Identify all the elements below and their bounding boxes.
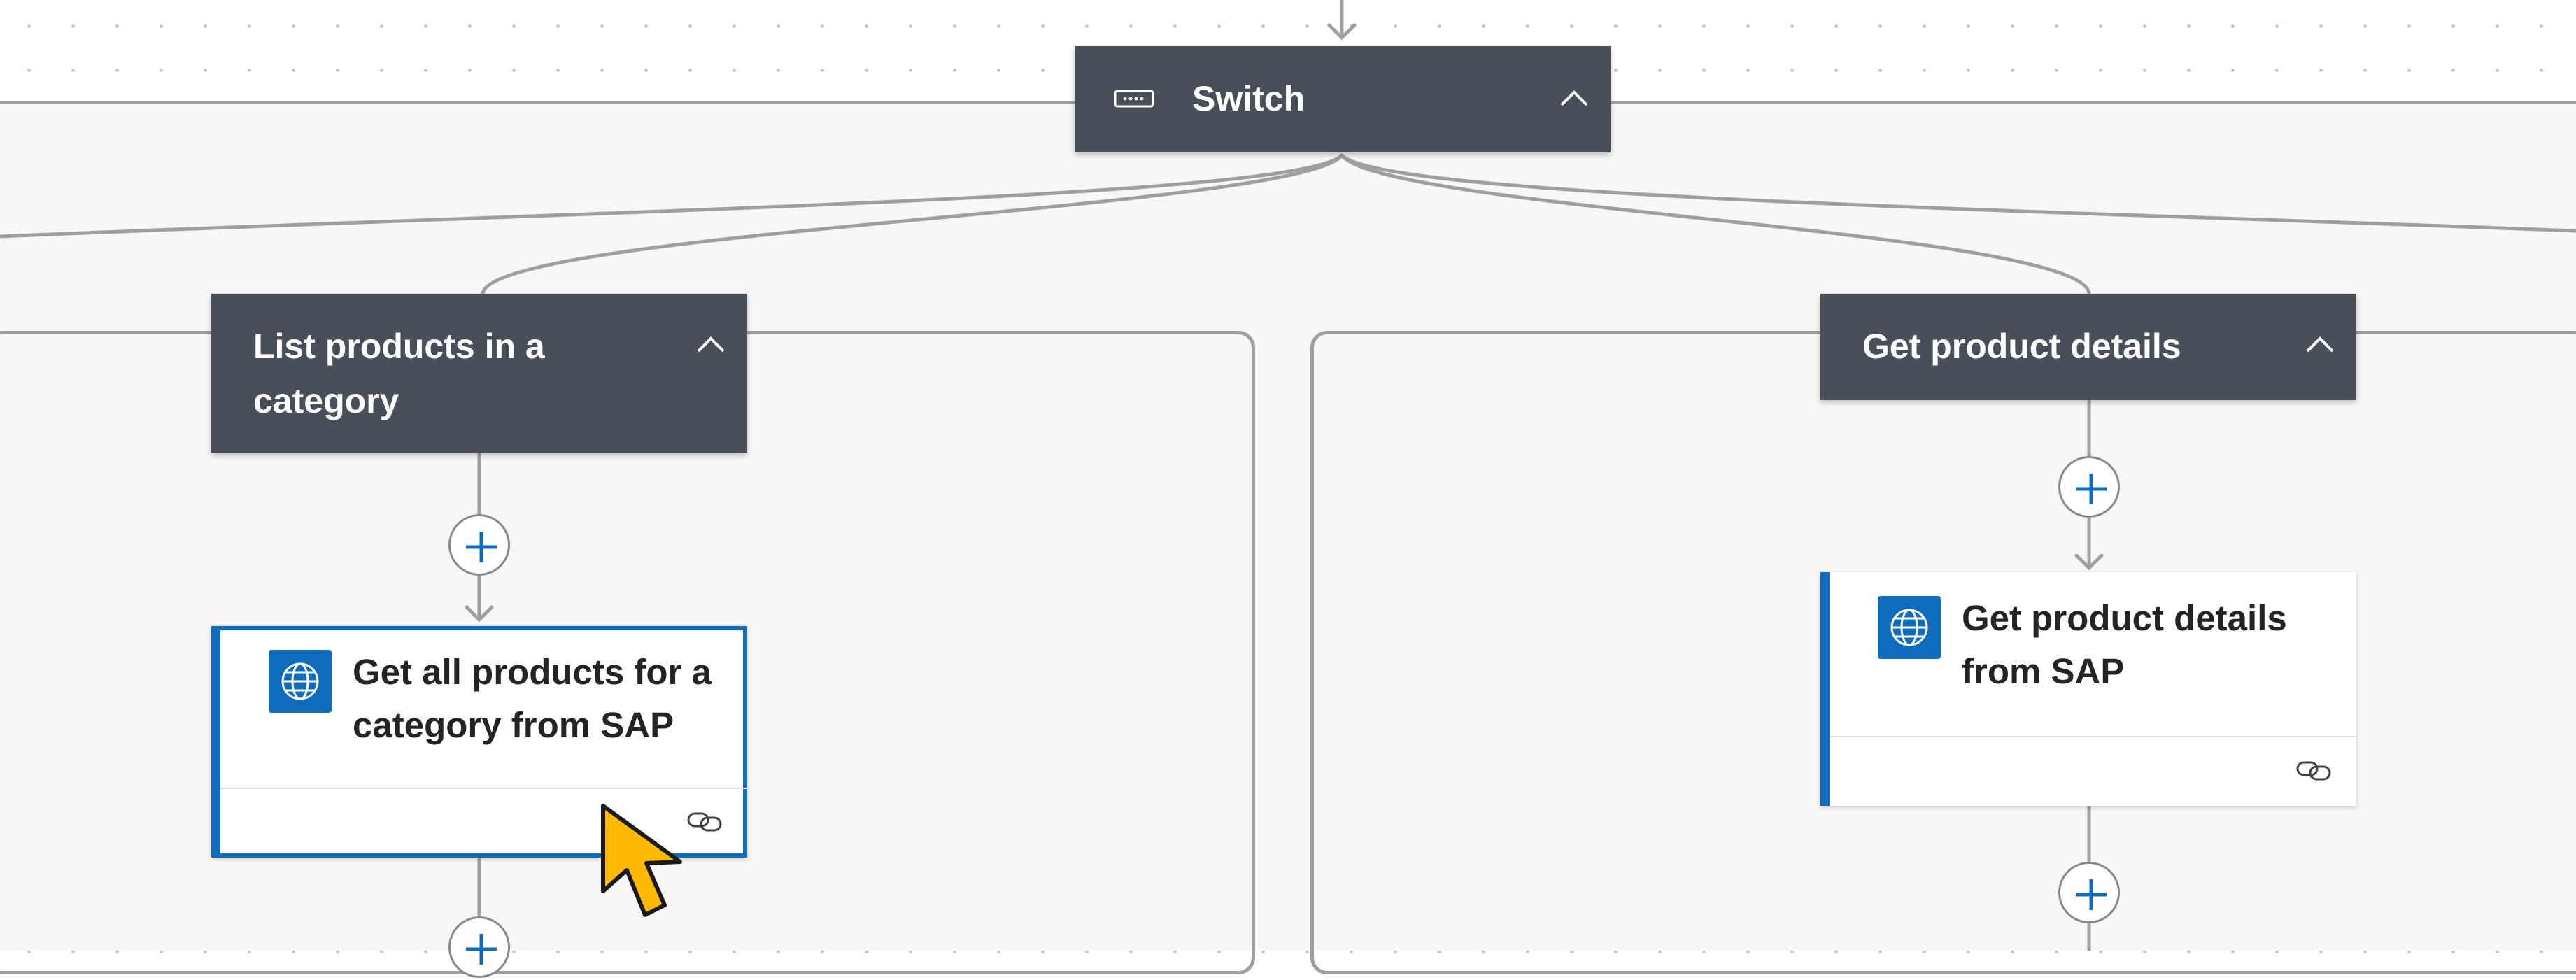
globe-icon [1890,609,1928,646]
card-accent-bar [211,626,220,858]
chevron-up-icon[interactable] [694,329,728,362]
card-accent-bar [1820,572,1830,806]
add-action-button[interactable] [2058,862,2120,923]
case-title: Get product details [1862,327,2181,366]
card-divider [220,788,747,789]
switch-title: Switch [1192,79,1305,118]
action-card-get-product-details[interactable]: Get product details from SAP [1820,572,2356,806]
plus-icon [466,532,497,562]
case-header-list-products[interactable]: List products in a category [211,294,747,453]
action-title: Get product details from SAP [1962,598,2287,691]
chevron-up-icon[interactable] [2303,329,2337,362]
globe-icon [281,662,319,700]
action-title: Get all products for a category from SAP [353,652,712,745]
plus-icon [2076,474,2107,504]
switch-node[interactable]: Switch [1075,46,1611,152]
chevron-up-icon[interactable] [1557,83,1591,116]
case-title: List products in a category [253,327,545,420]
switch-icon [1114,90,1154,108]
add-action-button[interactable] [448,514,510,576]
plus-icon [466,934,497,965]
http-action-tile [269,650,332,713]
link-icon[interactable] [2295,757,2334,785]
add-action-button[interactable] [448,916,510,978]
card-divider [1830,736,2356,737]
case-header-get-product-details[interactable]: Get product details [1820,294,2356,400]
mouse-cursor-icon [601,804,682,917]
plus-icon [2076,879,2107,910]
http-action-tile [1878,596,1941,659]
add-action-button[interactable] [2058,456,2120,518]
